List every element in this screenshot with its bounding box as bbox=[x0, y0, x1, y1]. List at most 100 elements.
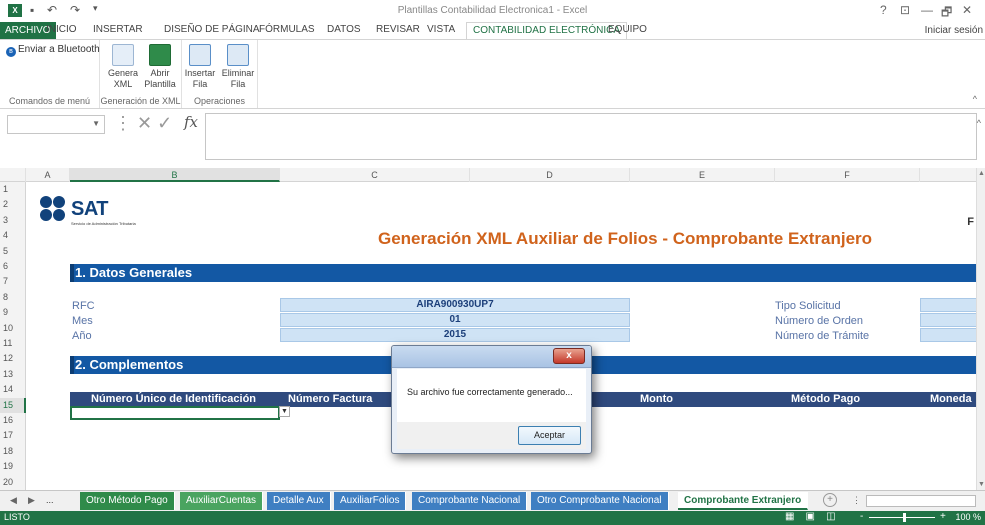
sheet-tab[interactable]: AuxiliarFolios bbox=[334, 492, 407, 510]
row-header[interactable]: 16 bbox=[0, 413, 26, 428]
cell-dropdown-icon[interactable]: ▼ bbox=[279, 406, 290, 417]
view-mode-icons[interactable]: ▦ ▣ ◫ bbox=[785, 511, 836, 522]
sheet-tab[interactable]: AuxiliarCuentas bbox=[180, 492, 264, 510]
row-header[interactable]: 8 bbox=[0, 290, 26, 305]
genera-xml-button[interactable]: Genera XML bbox=[105, 44, 141, 90]
tab-equipo[interactable]: EQUIPO bbox=[608, 24, 647, 35]
active-cell-b15[interactable] bbox=[70, 406, 280, 420]
formula-input[interactable] bbox=[205, 113, 977, 160]
zoom-slider-thumb[interactable] bbox=[903, 513, 906, 522]
tab-inicio[interactable]: INICIO bbox=[46, 24, 77, 35]
bluetooth-label: Enviar a Bluetooth bbox=[18, 44, 100, 55]
group-label: Comandos de menú bbox=[8, 96, 91, 106]
scroll-down-icon[interactable]: ▼ bbox=[977, 481, 985, 488]
button-label: XML bbox=[113, 79, 133, 89]
name-box[interactable]: ▼ bbox=[7, 115, 105, 134]
dialog-footer: Aceptar bbox=[397, 422, 586, 449]
sheet-tab[interactable]: Detalle Aux bbox=[267, 492, 331, 510]
header-moneda: Moneda bbox=[930, 393, 972, 405]
row-header[interactable]: 19 bbox=[0, 459, 26, 474]
rfc-field[interactable]: AIRA900930UP7 bbox=[280, 298, 630, 312]
tab-prev-icon[interactable]: ◀ bbox=[10, 495, 17, 506]
row-header[interactable]: 14 bbox=[0, 382, 26, 397]
row-header[interactable]: 6 bbox=[0, 259, 26, 274]
zoom-slider[interactable] bbox=[869, 517, 935, 518]
scroll-up-icon[interactable]: ▲ bbox=[977, 170, 985, 177]
column-header-f[interactable]: F bbox=[775, 168, 920, 182]
horizontal-scrollbar[interactable] bbox=[866, 495, 976, 507]
ribbon-display-icon[interactable]: ⊡ bbox=[900, 3, 910, 17]
row-header[interactable]: 13 bbox=[0, 367, 26, 382]
status-bar: LISTO ▦ ▣ ◫ - + 100 % bbox=[0, 511, 985, 525]
sheet-tab[interactable]: Otro Método Pago bbox=[80, 492, 175, 510]
tab-next-icon[interactable]: ▶ bbox=[28, 495, 35, 506]
row-header[interactable]: 7 bbox=[0, 274, 26, 289]
column-header-b[interactable]: B bbox=[70, 168, 280, 182]
row-header[interactable]: 12 bbox=[0, 351, 26, 366]
sheet-tab[interactable]: Comprobante Nacional bbox=[412, 492, 528, 510]
row-header[interactable]: 11 bbox=[0, 336, 26, 351]
sat-subtitle: Servicio de Administración Tributaria bbox=[71, 221, 136, 226]
abrir-plantilla-button[interactable]: Abrir Plantilla bbox=[142, 44, 178, 90]
eliminar-fila-button[interactable]: Eliminar Fila bbox=[220, 44, 256, 90]
insert-function-icon[interactable]: fx bbox=[184, 113, 198, 131]
row-header[interactable]: 2 bbox=[0, 197, 26, 212]
tipo-solicitud-label: Tipo Solicitud bbox=[775, 300, 841, 312]
help-icon[interactable]: ? bbox=[880, 3, 887, 17]
add-sheet-icon[interactable]: + bbox=[823, 493, 837, 507]
tab-diseno[interactable]: DISEÑO DE PÁGINA bbox=[164, 24, 260, 35]
cancel-confirm-icons[interactable]: ⋮ ✕ ✓ bbox=[114, 113, 172, 134]
button-label: Fila bbox=[230, 79, 246, 89]
dialog-close-button[interactable]: x bbox=[553, 348, 585, 364]
close-window-icon[interactable]: ✕ bbox=[962, 3, 972, 17]
row-header[interactable]: 15 bbox=[0, 397, 26, 413]
zoom-level[interactable]: 100 % bbox=[955, 512, 981, 522]
sheet-tab[interactable]: Otro Comprobante Nacional bbox=[531, 492, 669, 510]
row-header[interactable]: 9 bbox=[0, 305, 26, 320]
tab-insertar[interactable]: INSERTAR bbox=[93, 24, 143, 35]
insertar-fila-button[interactable]: Insertar Fila bbox=[182, 44, 218, 90]
split-handle-icon[interactable]: ⋮ bbox=[852, 495, 861, 506]
collapse-ribbon-icon[interactable]: ^ bbox=[973, 94, 977, 104]
tab-vista[interactable]: VISTA bbox=[427, 24, 455, 35]
bluetooth-button[interactable]: ʙ Enviar a Bluetooth bbox=[6, 44, 100, 57]
restore-icon[interactable]: 🗗 bbox=[941, 3, 952, 24]
more-tabs-icon[interactable]: ... bbox=[46, 495, 54, 505]
vertical-scrollbar[interactable]: ▲ ▼ bbox=[976, 168, 985, 490]
section-datos-generales: 1. Datos Generales bbox=[70, 264, 976, 282]
zoom-out-icon[interactable]: - bbox=[860, 511, 863, 522]
anio-field[interactable]: 2015 bbox=[280, 328, 630, 342]
row-header[interactable]: 10 bbox=[0, 321, 26, 336]
collapse-formula-icon[interactable]: ^ bbox=[977, 118, 981, 128]
column-header-d[interactable]: D bbox=[470, 168, 630, 182]
numero-tramite-field[interactable] bbox=[920, 328, 976, 342]
column-header-e[interactable]: E bbox=[630, 168, 775, 182]
row-header[interactable]: 1 bbox=[0, 182, 26, 197]
column-header-c[interactable]: C bbox=[280, 168, 470, 182]
sheet-tab-active[interactable]: Comprobante Extranjero bbox=[678, 492, 809, 510]
row-header[interactable]: 4 bbox=[0, 228, 26, 243]
row-header[interactable]: 17 bbox=[0, 428, 26, 443]
excel-window: X ▪ ↶ ↷ ▾ Plantillas Contabilidad Electr… bbox=[0, 0, 985, 525]
zoom-in-icon[interactable]: + bbox=[940, 511, 946, 522]
minimize-icon[interactable]: — bbox=[921, 3, 933, 17]
select-all-corner[interactable] bbox=[0, 168, 26, 182]
column-header-a[interactable]: A bbox=[26, 168, 70, 182]
numero-orden-field[interactable] bbox=[920, 313, 976, 327]
row-header[interactable]: 5 bbox=[0, 244, 26, 259]
row-header[interactable]: 20 bbox=[0, 475, 26, 490]
sheet-title: Generación XML Auxiliar de Folios - Comp… bbox=[378, 229, 873, 248]
signin-link[interactable]: Iniciar sesión bbox=[925, 25, 983, 36]
tab-datos[interactable]: DATOS bbox=[327, 24, 361, 35]
tab-revisar[interactable]: REVISAR bbox=[376, 24, 420, 35]
tab-formulas[interactable]: FÓRMULAS bbox=[259, 24, 315, 35]
mes-field[interactable]: 01 bbox=[280, 313, 630, 327]
row-header[interactable]: 3 bbox=[0, 213, 26, 228]
numero-orden-label: Número de Orden bbox=[775, 315, 864, 327]
tipo-solicitud-field[interactable] bbox=[920, 298, 976, 312]
row-header[interactable]: 18 bbox=[0, 444, 26, 459]
aceptar-button[interactable]: Aceptar bbox=[518, 426, 581, 445]
button-label: Fila bbox=[192, 79, 208, 89]
dialog-body: Su archivo fue correctamente generado... bbox=[397, 369, 586, 422]
chevron-down-icon[interactable]: ▼ bbox=[92, 119, 100, 128]
